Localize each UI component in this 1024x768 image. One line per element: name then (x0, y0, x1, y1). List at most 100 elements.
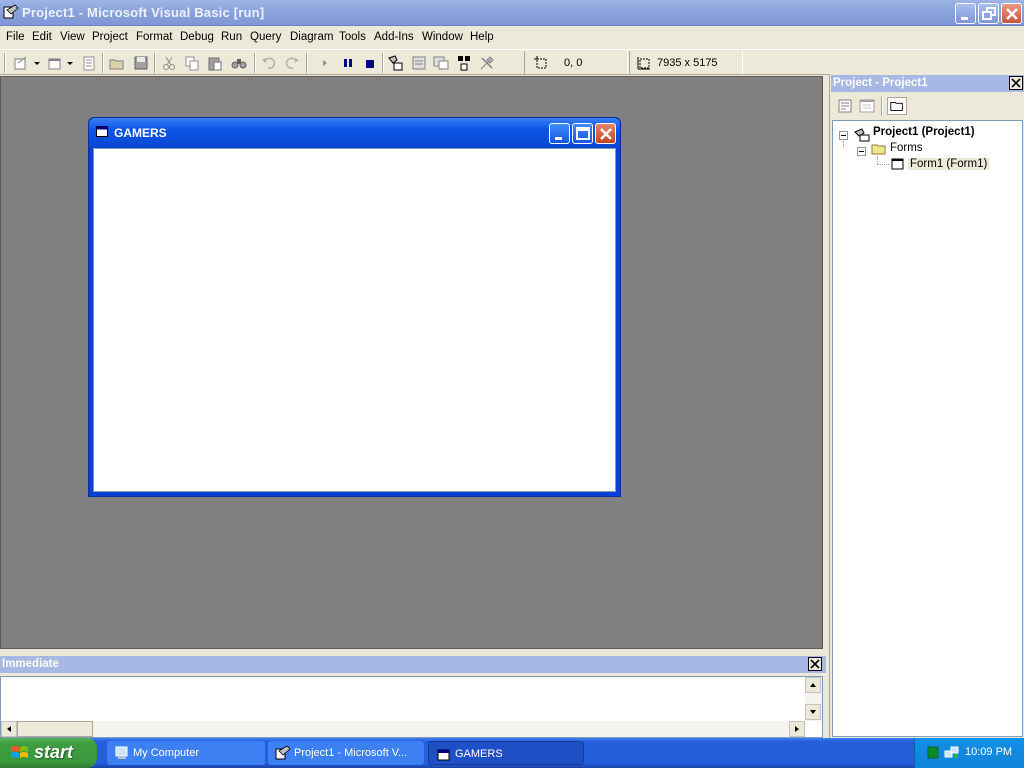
menu-project[interactable]: Project (92, 31, 128, 43)
tree-connector (877, 156, 878, 164)
form-icon (437, 749, 450, 761)
view-object-icon[interactable] (857, 97, 877, 115)
toolbar-separator (102, 53, 104, 73)
menu-format[interactable]: Format (136, 31, 172, 43)
window-titlebar: Project1 - Microsoft Visual Basic [run] (0, 0, 1024, 26)
start-label: start (34, 742, 74, 762)
form-minimize-button[interactable] (549, 123, 570, 144)
task-gamers[interactable]: GAMERS (428, 741, 584, 765)
paste-icon[interactable] (206, 54, 224, 72)
task-label: Project1 - Microsoft V... (294, 747, 408, 759)
find-icon[interactable] (230, 54, 248, 72)
add-project-icon[interactable] (12, 54, 30, 72)
menu-help[interactable]: Help (470, 31, 494, 43)
close-button[interactable] (1001, 3, 1022, 24)
copy-icon[interactable] (183, 54, 201, 72)
menu-diagram[interactable]: Diagram (290, 31, 333, 43)
task-label: GAMERS (455, 748, 503, 760)
menu-window[interactable]: Window (422, 31, 463, 43)
undo-icon[interactable] (260, 54, 278, 72)
tree-folder-forms[interactable]: Forms (890, 142, 923, 154)
form-layout-icon[interactable] (432, 54, 450, 72)
redo-icon[interactable] (283, 54, 301, 72)
vb-app-icon (275, 745, 291, 760)
toolbar-separator (382, 53, 384, 73)
scroll-up-button[interactable] (805, 677, 821, 693)
close-icon (1011, 78, 1021, 88)
scroll-left-button[interactable] (1, 721, 17, 737)
start-button[interactable]: start (0, 738, 97, 768)
form-client-area[interactable] (93, 148, 616, 492)
immediate-title: Immediate (0, 656, 826, 673)
tray-app-icon[interactable] (927, 746, 939, 759)
menu-run[interactable]: Run (221, 31, 242, 43)
menu-tools[interactable]: Tools (339, 31, 366, 43)
form-titlebar[interactable]: GAMERS (89, 118, 620, 147)
view-code-icon[interactable] (835, 97, 855, 115)
break-icon[interactable] (339, 54, 357, 72)
network-icon[interactable] (944, 745, 960, 760)
menu-view[interactable]: View (60, 31, 85, 43)
collapse-toggle[interactable] (839, 131, 848, 140)
immediate-text-area[interactable] (0, 676, 823, 738)
save-icon[interactable] (132, 54, 150, 72)
menu-file[interactable]: File (6, 31, 25, 43)
form-file-icon (891, 158, 904, 170)
toggle-folders-icon[interactable] (887, 97, 907, 115)
standard-toolbar: 0, 0 7935 x 5175 (0, 49, 1024, 75)
toolbox-icon[interactable] (478, 54, 496, 72)
arrow-right-icon (795, 726, 799, 732)
scroll-down-button[interactable] (805, 704, 821, 720)
menu-bar: File Edit View Project Format Debug Run … (0, 27, 1024, 48)
start-run-icon[interactable] (316, 54, 334, 72)
immediate-close-button[interactable] (808, 657, 822, 671)
menu-query[interactable]: Query (250, 31, 281, 43)
horizontal-scrollbar[interactable] (1, 721, 805, 737)
tree-project-root[interactable]: Project1 (Project1) (873, 126, 975, 138)
scroll-right-button[interactable] (789, 721, 805, 737)
project-explorer-toolbar (831, 93, 1024, 119)
add-form-icon[interactable] (46, 54, 64, 72)
open-icon[interactable] (108, 54, 126, 72)
project-explorer-title: Project - Project1 (831, 75, 1024, 92)
tree-item-form1[interactable]: Form1 (Form1) (908, 158, 990, 170)
cut-icon[interactable] (160, 54, 178, 72)
object-browser-icon[interactable] (455, 54, 473, 72)
menu-addins[interactable]: Add-Ins (374, 31, 414, 43)
form-title: GAMERS (114, 126, 167, 140)
taskbar: start My Computer Project1 - Microsoft V… (0, 738, 1024, 768)
close-icon (810, 659, 820, 669)
form-window-gamers[interactable]: GAMERS (88, 117, 621, 497)
end-icon[interactable] (361, 54, 379, 72)
vb-app-icon (3, 4, 19, 19)
collapse-toggle[interactable] (857, 147, 866, 156)
menu-editor-icon[interactable] (80, 54, 98, 72)
window-title: Project1 - Microsoft Visual Basic [run] (22, 5, 265, 20)
project-explorer-panel: Project - Project1 Project1 (Project1) F… (829, 74, 1024, 738)
minimize-button[interactable] (955, 3, 976, 24)
position-box: 0, 0 (524, 51, 628, 74)
tree-connector (843, 141, 844, 147)
toolbar-separator (254, 53, 256, 73)
properties-window-icon[interactable] (410, 54, 428, 72)
form-close-button[interactable] (595, 123, 616, 144)
clock[interactable]: 10:09 PM (965, 746, 1012, 758)
size-icon (637, 57, 650, 70)
task-visual-basic[interactable]: Project1 - Microsoft V... (268, 741, 424, 765)
project-tree: Project1 (Project1) Forms Form1 (Form1) (832, 120, 1023, 737)
dropdown-arrow-icon[interactable] (65, 54, 75, 72)
dropdown-arrow-icon[interactable] (32, 54, 42, 72)
menu-debug[interactable]: Debug (180, 31, 214, 43)
restore-button[interactable] (978, 3, 999, 24)
tree-connector (877, 164, 889, 165)
project-icon (854, 128, 870, 142)
toolbar-grip (4, 53, 6, 73)
task-my-computer[interactable]: My Computer (107, 741, 265, 765)
form-maximize-button[interactable] (572, 123, 593, 144)
project-explorer-icon[interactable] (387, 54, 405, 72)
arrow-down-icon (810, 710, 816, 714)
menu-edit[interactable]: Edit (32, 31, 52, 43)
arrow-up-icon (810, 683, 816, 687)
project-explorer-close-button[interactable] (1009, 76, 1023, 90)
horizontal-scroll-thumb[interactable] (17, 721, 93, 737)
